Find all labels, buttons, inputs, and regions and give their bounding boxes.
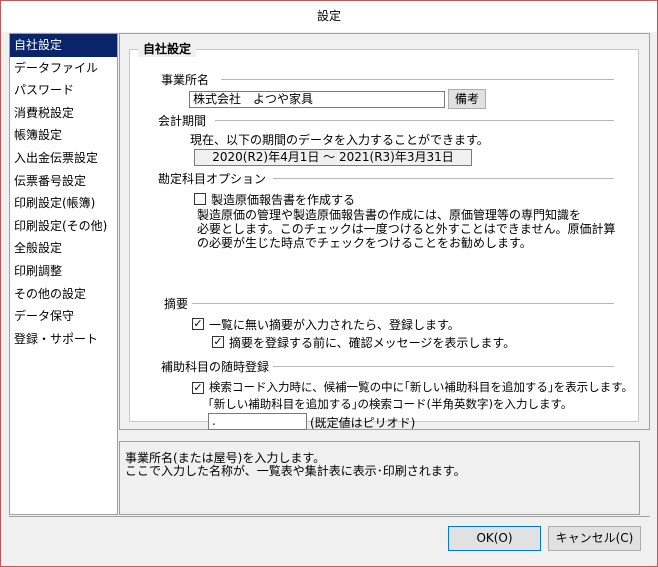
- settings-sidebar: 自社設定 データファイル パスワード 消費税設定 帳簿設定 入出金伝票設定 伝票…: [9, 33, 118, 515]
- sidebar-item-registration[interactable]: 登録・サポート: [10, 328, 117, 351]
- section-divider: [273, 366, 614, 368]
- help-text-line-2: ここで入力した名称が、一覧表や集計表に表示･印刷されます。: [125, 464, 466, 478]
- account-options-label: 勘定科目オプション: [158, 172, 267, 186]
- fiscal-period-description: 現在、以下の期間のデータを入力することができます。: [190, 133, 489, 147]
- fiscal-period-range: 2020(R2)年4月1日 ～ 2021(R3)年3月31日: [194, 149, 472, 166]
- register-summary-checkbox-label: 一覧に無い摘要が入力されたら、登録します。: [209, 318, 460, 332]
- sidebar-item-data-file[interactable]: データファイル: [10, 57, 117, 80]
- sidebar-item-password[interactable]: パスワード: [10, 79, 117, 102]
- search-code-input[interactable]: .: [208, 413, 307, 430]
- window-title: 設定: [1, 1, 657, 32]
- summary-label: 摘要: [164, 297, 189, 311]
- search-code-description: ｢新しい補助科目を追加する｣の検索コード(半角英数字)を入力します。: [208, 397, 573, 411]
- search-code-default-note: (既定値はピリオド): [310, 416, 416, 430]
- manufacturing-cost-checkbox-label: 製造原価報告書を作成する: [211, 193, 356, 207]
- sidebar-item-ledger[interactable]: 帳簿設定: [10, 124, 117, 147]
- business-name-label: 事業所名: [161, 73, 210, 87]
- manufacturing-cost-description-2: 必要とします。このチェックは一度つけると外すことはできません。原価計算: [197, 222, 616, 236]
- manufacturing-cost-description-3: の必要が生じた時点でチェックをつけることをお勧めします。: [197, 236, 532, 250]
- section-divider: [192, 303, 614, 305]
- help-panel: 事業所名(または屋号)を入力します。 ここで入力した名称が、一覧表や集計表に表示…: [119, 441, 640, 515]
- sub-account-add-checkbox[interactable]: ✓: [192, 382, 204, 394]
- sidebar-item-print-other[interactable]: 印刷設定(その他): [10, 215, 117, 238]
- sub-account-label: 補助科目の随時登録: [161, 360, 270, 374]
- section-divider: [215, 120, 614, 122]
- group-title: 自社設定: [138, 40, 197, 57]
- section-divider: [273, 178, 614, 180]
- sub-account-add-checkbox-label: 検索コード入力時に、候補一覧の中に｢新しい補助科目を追加する｣を表示します。: [209, 380, 634, 394]
- fiscal-period-label: 会計期間: [158, 114, 207, 128]
- business-name-input[interactable]: 株式会社 よつや家具: [189, 91, 445, 108]
- sidebar-item-slip-number[interactable]: 伝票番号設定: [10, 170, 117, 193]
- settings-panel: 自社設定 事業所名 株式会社 よつや家具 備考 会計期間 現在、以下の期間のデー…: [119, 33, 650, 430]
- ok-button[interactable]: OK(O): [448, 526, 541, 551]
- confirm-summary-checkbox[interactable]: ✓: [212, 336, 224, 348]
- sidebar-item-other[interactable]: その他の設定: [10, 283, 117, 306]
- section-divider: [221, 79, 614, 81]
- manufacturing-cost-checkbox[interactable]: [194, 193, 206, 205]
- manufacturing-cost-description-1: 製造原価の管理や製造原価報告書の作成には、原価管理等の専門知識を: [197, 208, 582, 222]
- cancel-button[interactable]: キャンセル(C): [548, 526, 641, 551]
- confirm-summary-checkbox-label: 摘要を登録する前に、確認メッセージを表示します。: [229, 336, 516, 350]
- register-summary-checkbox[interactable]: ✓: [192, 318, 204, 330]
- sidebar-item-general[interactable]: 全般設定: [10, 237, 117, 260]
- note-button[interactable]: 備考: [448, 89, 486, 109]
- sidebar-item-print-ledger[interactable]: 印刷設定(帳簿): [10, 192, 117, 215]
- sidebar-item-cash-slip[interactable]: 入出金伝票設定: [10, 147, 117, 170]
- sidebar-item-company[interactable]: 自社設定: [10, 34, 117, 57]
- sidebar-item-print-adjust[interactable]: 印刷調整: [10, 260, 117, 283]
- sidebar-item-consumption-tax[interactable]: 消費税設定: [10, 102, 117, 125]
- footer-divider: [9, 516, 650, 517]
- sidebar-item-data-maintenance[interactable]: データ保守: [10, 305, 117, 328]
- settings-window: 設定 自社設定 データファイル パスワード 消費税設定 帳簿設定 入出金伝票設定…: [0, 0, 658, 567]
